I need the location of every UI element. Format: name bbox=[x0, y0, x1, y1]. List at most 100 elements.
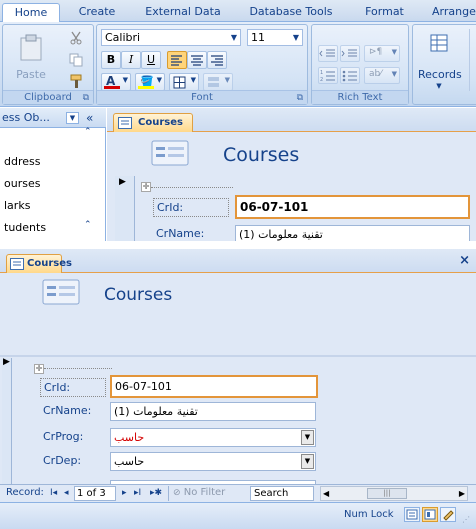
crid-label: CrId: bbox=[153, 198, 229, 217]
gridlines-button[interactable]: ▼ bbox=[169, 73, 199, 91]
font-group: Calibri ▼ 11 ▼ B I U A ▼ 🪣 ▼ ▼ ▼ Font ⧉ bbox=[96, 24, 308, 105]
decrease-indent-button[interactable] bbox=[318, 45, 338, 62]
chevron-down-icon[interactable]: ▼ bbox=[301, 454, 314, 469]
filter-icon: ⊘ bbox=[173, 488, 181, 498]
nav-item-address[interactable]: ddress bbox=[0, 152, 92, 172]
no-filter-button[interactable]: ⊘ No Filter bbox=[168, 486, 246, 501]
crid-field[interactable]: 06-07-101 bbox=[110, 375, 318, 398]
align-center-button[interactable] bbox=[187, 51, 207, 69]
close-icon[interactable]: × bbox=[459, 253, 470, 268]
scroll-right-icon[interactable]: ▶ bbox=[459, 487, 465, 501]
form-icon bbox=[10, 258, 24, 270]
chevron-down-icon[interactable]: ▼ bbox=[301, 430, 314, 445]
tab-home[interactable]: Home bbox=[2, 3, 60, 23]
first-record-icon[interactable]: I◂ bbox=[50, 486, 57, 501]
crdep-label: CrDep: bbox=[40, 452, 106, 471]
underline-button[interactable]: U bbox=[141, 51, 161, 69]
copy-icon[interactable] bbox=[69, 53, 83, 67]
record-selector[interactable]: ▶ bbox=[2, 357, 12, 484]
align-left-button[interactable] bbox=[167, 51, 187, 69]
align-right-button[interactable] bbox=[207, 51, 227, 69]
nav-item-courses[interactable]: ourses bbox=[0, 174, 92, 194]
font-color-swatch bbox=[104, 86, 120, 89]
paste-button[interactable]: Paste bbox=[9, 29, 53, 87]
fill-color-button[interactable]: 🪣 ▼ bbox=[135, 73, 165, 91]
form-icon bbox=[42, 279, 80, 305]
form-view-icon bbox=[406, 509, 418, 520]
new-record-icon[interactable]: ▸✱ bbox=[150, 486, 162, 501]
records-button[interactable]: Records ▼ bbox=[417, 29, 462, 91]
crprog-combo[interactable]: حاسب ▼ bbox=[110, 428, 316, 447]
align-left-icon bbox=[171, 55, 182, 66]
increase-indent-button[interactable] bbox=[340, 45, 360, 62]
nav-item-students[interactable]: tudents bbox=[0, 218, 92, 238]
nav-item-marks[interactable]: larks bbox=[0, 196, 92, 216]
dialog-launcher-icon[interactable]: ⧉ bbox=[83, 91, 89, 105]
tab-arrange[interactable]: Arrange bbox=[424, 3, 476, 22]
font-color-button[interactable]: A ▼ bbox=[101, 73, 131, 91]
text-direction-button[interactable]: ⊳¶ ▼ bbox=[364, 45, 400, 62]
next-record-icon[interactable]: ▸ bbox=[122, 486, 127, 501]
design-view-button[interactable] bbox=[440, 507, 456, 522]
chevron-down-icon: ▼ bbox=[292, 33, 299, 42]
tab-courses[interactable]: Courses bbox=[113, 113, 193, 132]
layout-selector-icon[interactable]: ✛ bbox=[141, 182, 151, 192]
chevron-down-icon: ▼ bbox=[436, 82, 442, 90]
clipboard-group: Paste Clipboard ⧉ bbox=[2, 24, 94, 105]
format-painter-icon[interactable] bbox=[69, 73, 85, 89]
tab-format[interactable]: Format bbox=[357, 3, 412, 22]
dialog-launcher-icon[interactable]: ⧉ bbox=[297, 91, 303, 105]
tab-database-tools[interactable]: Database Tools bbox=[244, 3, 338, 22]
collapse-group-icon[interactable]: ⌃ bbox=[84, 127, 92, 137]
num-lock-indicator: Num Lock bbox=[344, 509, 394, 520]
tab-external-data[interactable]: External Data bbox=[138, 3, 228, 22]
current-record-field[interactable]: 1 of 3 bbox=[74, 486, 116, 501]
crid-field[interactable]: 06-07-101 bbox=[235, 195, 470, 219]
crid-label: CrId: bbox=[40, 378, 106, 397]
chevron-down-icon: ▼ bbox=[391, 70, 397, 78]
highlight-icon: ab⁄ bbox=[369, 69, 382, 79]
collapse-group-icon[interactable]: ⌃ bbox=[84, 220, 92, 230]
shutter-bar-close-icon[interactable]: « bbox=[86, 108, 93, 128]
chevron-down-icon: ▼ bbox=[156, 76, 162, 84]
layout-selector-icon[interactable]: ✛ bbox=[34, 364, 44, 374]
last-record-icon[interactable]: ▸I bbox=[134, 486, 141, 501]
scroll-left-icon[interactable]: ◀ bbox=[323, 487, 329, 501]
fill-color-swatch bbox=[138, 86, 154, 89]
previous-record-icon[interactable]: ◂ bbox=[64, 486, 69, 501]
form-header: Courses bbox=[0, 273, 476, 352]
highlight-button[interactable]: ab⁄ ▼ bbox=[364, 67, 400, 84]
cut-icon[interactable] bbox=[69, 31, 83, 45]
italic-button[interactable]: I bbox=[121, 51, 141, 69]
align-center-icon bbox=[191, 55, 203, 66]
form-icon bbox=[151, 140, 189, 166]
svg-text:1: 1 bbox=[320, 70, 323, 76]
search-input[interactable]: Search bbox=[250, 486, 314, 501]
resize-grip-icon[interactable]: ⋰ bbox=[462, 515, 470, 524]
tab-courses[interactable]: Courses bbox=[6, 254, 72, 273]
chevron-down-icon: ▼ bbox=[190, 76, 196, 84]
paste-icon bbox=[20, 34, 42, 61]
bullets-button[interactable] bbox=[340, 67, 360, 84]
scroll-thumb[interactable]: ||| bbox=[367, 488, 407, 499]
numbering-button[interactable]: 12 bbox=[318, 67, 338, 84]
font-group-label: Font ⧉ bbox=[97, 90, 307, 104]
layout-view-button[interactable] bbox=[422, 507, 438, 522]
status-bar: Num Lock ⋰ bbox=[0, 502, 476, 529]
record-selector[interactable]: ▶ bbox=[115, 176, 135, 241]
crname-label: CrName: bbox=[153, 225, 229, 241]
crdep-combo[interactable]: حاسب ▼ bbox=[110, 452, 316, 471]
crname-field[interactable]: (1) تقنية معلومات bbox=[235, 225, 470, 241]
form-view-button[interactable] bbox=[404, 507, 420, 522]
nav-pane-header[interactable]: ess Ob... ▼ « bbox=[0, 108, 106, 128]
crname-field[interactable]: (1) تقنية معلومات bbox=[110, 402, 316, 421]
alternate-fill-button[interactable]: ▼ bbox=[203, 73, 233, 91]
horizontal-scrollbar[interactable]: ◀ ||| ▶ bbox=[320, 486, 468, 501]
font-size-combo[interactable]: 11 ▼ bbox=[247, 29, 303, 46]
design-view-icon bbox=[443, 510, 454, 521]
current-record-icon: ▶ bbox=[119, 177, 126, 187]
nav-dropdown-icon[interactable]: ▼ bbox=[66, 112, 79, 124]
font-name-combo[interactable]: Calibri ▼ bbox=[101, 29, 241, 46]
bold-button[interactable]: B bbox=[101, 51, 121, 69]
tab-create[interactable]: Create bbox=[74, 3, 120, 22]
